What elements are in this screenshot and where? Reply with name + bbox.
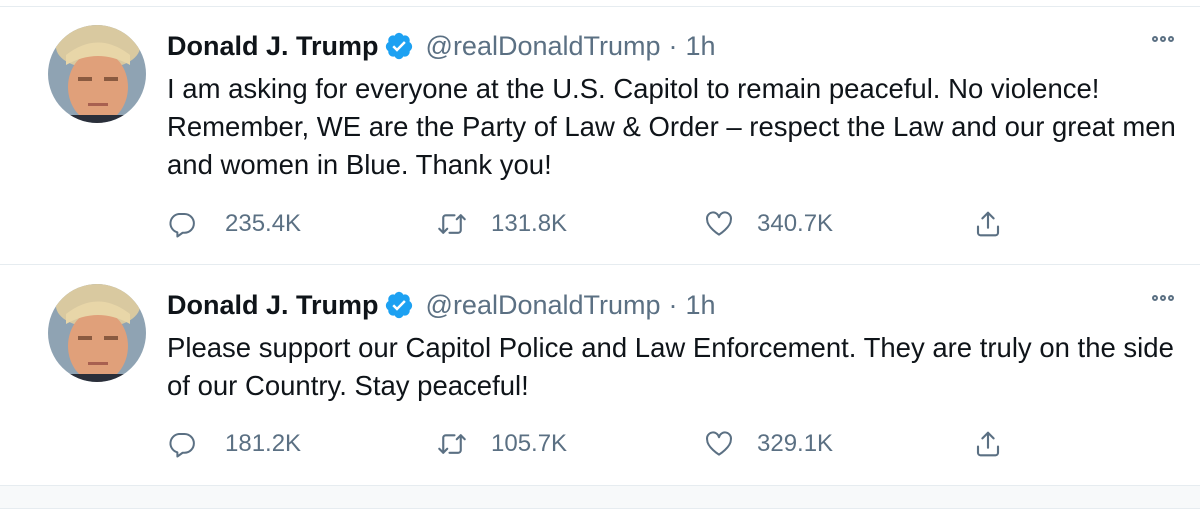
like-icon <box>706 211 732 236</box>
reply-button[interactable]: 181.2K <box>167 427 301 461</box>
more-icon[interactable] <box>1152 295 1174 301</box>
tweet-text: I am asking for everyone at the U.S. Cap… <box>167 73 1176 180</box>
timestamp[interactable]: 1h <box>686 31 716 62</box>
author-name[interactable]: Donald J. Trump <box>167 31 379 62</box>
like-button[interactable]: 329.1K <box>704 427 833 461</box>
retweet-button[interactable]: 105.7K <box>437 427 567 461</box>
retweet-icon <box>438 214 466 234</box>
avatar[interactable] <box>48 25 146 123</box>
separator-dot: · <box>668 30 678 61</box>
feed-separator <box>0 486 1200 509</box>
share-icon <box>976 431 1000 457</box>
retweet-icon <box>438 434 466 454</box>
more-icon[interactable] <box>1152 36 1174 42</box>
timestamp[interactable]: 1h <box>686 290 716 321</box>
tweet-header: Donald J. Trump @realDonaldTrump · 1h <box>167 28 716 64</box>
retweet-button[interactable]: 131.8K <box>437 207 567 241</box>
reply-icon <box>169 433 195 458</box>
tweet-header: Donald J. Trump @realDonaldTrump · 1h <box>167 287 716 323</box>
like-icon <box>706 431 732 456</box>
timeline-feed: Donald J. Trump @realDonaldTrump · 1h I … <box>0 0 1200 530</box>
tweet[interactable]: Donald J. Trump @realDonaldTrump · 1h Pl… <box>0 265 1200 486</box>
like-count: 329.1K <box>757 430 834 457</box>
share-button[interactable] <box>973 427 1003 461</box>
retweet-count: 131.8K <box>491 210 568 237</box>
verified-badge-icon <box>385 32 412 60</box>
author-handle[interactable]: @realDonaldTrump <box>426 31 661 62</box>
like-button[interactable]: 340.7K <box>704 207 833 241</box>
tweet[interactable]: Donald J. Trump @realDonaldTrump · 1h I … <box>0 6 1200 265</box>
reply-count: 235.4K <box>225 210 302 237</box>
retweet-count: 105.7K <box>491 430 568 457</box>
avatar[interactable] <box>48 284 146 382</box>
verified-badge-icon <box>385 291 412 319</box>
like-count: 340.7K <box>757 210 834 237</box>
share-button[interactable] <box>973 207 1003 241</box>
reply-icon <box>169 213 195 238</box>
reply-button[interactable]: 235.4K <box>167 207 301 241</box>
tweet-text: Please support our Capitol Police and La… <box>167 332 1174 401</box>
tweet-actions: 181.2K 105.7K 329.1K <box>167 427 1027 461</box>
share-icon <box>976 211 1000 237</box>
separator-dot: · <box>668 289 678 320</box>
reply-count: 181.2K <box>225 430 302 457</box>
author-handle[interactable]: @realDonaldTrump <box>426 290 661 321</box>
author-name[interactable]: Donald J. Trump <box>167 290 379 321</box>
tweet-actions: 235.4K 131.8K 340.7K <box>167 207 1027 241</box>
